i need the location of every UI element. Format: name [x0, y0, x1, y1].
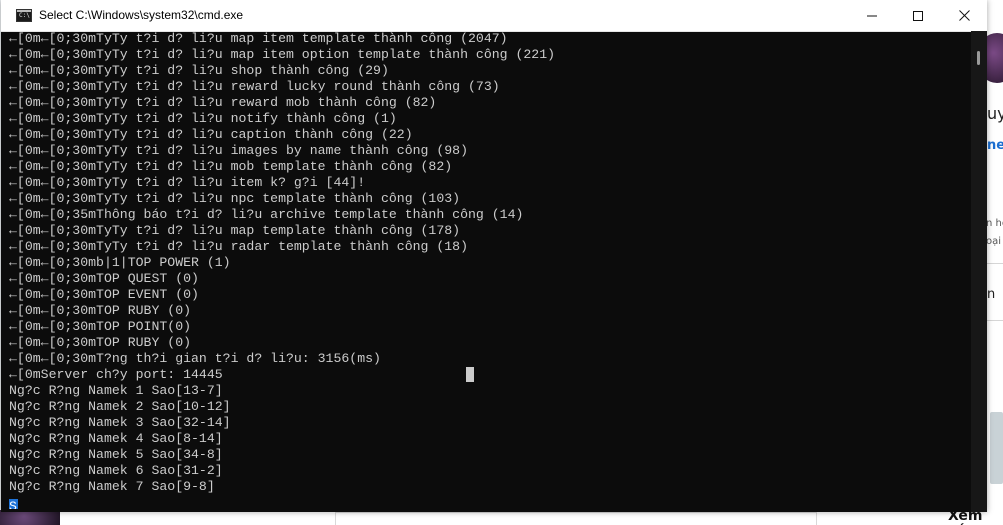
background-thumbnail[interactable]	[990, 412, 1003, 484]
console-line: Ng?c R?ng Namek 6 Sao[31-2]	[9, 463, 223, 478]
background-divider	[986, 320, 1003, 321]
console-cursor	[466, 367, 474, 382]
console-line: ←[0m←[0;30mb|1|TOP POWER (1)	[9, 255, 231, 270]
cmd-window: C:\ Select C:\Windows\system32\cmd.exe ←…	[1, 0, 987, 512]
console-line: ←[0m←[0;30mTyTy t?i d? li?u map item opt…	[9, 47, 556, 62]
console-line: ←[0m←[0;30mTOP QUEST (0)	[9, 271, 199, 286]
console-line: Ng?c R?ng Namek 3 Sao[32-14]	[9, 415, 231, 430]
console-line: ←[0m←[0;30mTyTy t?i d? li?u mob template…	[9, 159, 453, 174]
background-hint-text-2: oại	[986, 236, 1002, 247]
console-line: ←[0m←[0;30mTyTy t?i d? li?u reward lucky…	[9, 79, 500, 94]
minimize-button[interactable]	[849, 0, 895, 31]
console-line: ←[0m←[0;30mTOP RUBY (0)	[9, 303, 192, 318]
console-line: ←[0m←[0;30mTyTy t?i d? li?u map template…	[9, 223, 461, 238]
minimize-icon	[867, 15, 877, 16]
console-line: ←[0m←[0;30mT?ng th?i gian t?i d? li?u: 3…	[9, 351, 381, 366]
vertical-scrollbar[interactable]	[971, 31, 987, 512]
console-line: Ng?c R?ng Namek 5 Sao[34-8]	[9, 447, 223, 462]
close-button[interactable]	[941, 0, 987, 31]
title-bar[interactable]: C:\ Select C:\Windows\system32\cmd.exe	[1, 0, 987, 32]
console-line: Ng?c R?ng Namek 2 Sao[10-12]	[9, 399, 231, 414]
window-title: Select C:\Windows\system32\cmd.exe	[39, 8, 244, 22]
console-line: ←[0mServer ch?y port: 14445	[9, 367, 223, 382]
cmd-icon: C:\	[16, 9, 32, 22]
console-line: Ng?c R?ng Namek 4 Sao[8-14]	[9, 431, 223, 446]
console-line: ←[0m←[0;30mTyTy t?i d? li?u radar templa…	[9, 239, 468, 254]
background-link-text[interactable]: nes	[987, 138, 1003, 153]
console-line: ←[0m←[0;30mTOP RUBY (0)	[9, 335, 192, 350]
console-line: Ng?c R?ng Namek 7 Sao[9-8]	[9, 479, 215, 494]
console-line: ←[0m←[0;30mTyTy t?i d? li?u notify thành…	[9, 111, 397, 126]
console-selected-text[interactable]: S	[9, 499, 18, 509]
console-selection-row: S	[9, 495, 969, 509]
console-line: ←[0m←[0;30mTOP POINT(0)	[9, 319, 192, 334]
console-line: ←[0m←[0;30mTyTy t?i d? li?u map item tem…	[9, 31, 508, 46]
console-line: ←[0m←[0;30mTyTy t?i d? li?u reward mob t…	[9, 95, 437, 110]
background-item-text: n	[987, 287, 996, 302]
background-name-text: uyề	[987, 104, 1003, 123]
close-icon	[958, 10, 970, 21]
maximize-icon	[913, 10, 923, 21]
console-line: ←[0m←[0;30mTyTy t?i d? li?u item k? g?i …	[9, 175, 366, 190]
console-line: Ng?c R?ng Namek 1 Sao[13-7]	[9, 383, 223, 398]
console-output[interactable]: ←[0m←[0;30mTyTy t?i d? li?u map item tem…	[9, 31, 969, 509]
maximize-button[interactable]	[895, 0, 941, 31]
background-hint-text-1: n hơ	[986, 218, 1003, 229]
background-post-card	[335, 512, 817, 525]
scrollbar-thumb[interactable]	[977, 51, 980, 65]
console-line: ←[0m←[0;30mTyTy t?i d? li?u npc template…	[9, 191, 461, 206]
console-line: ←[0m←[0;30mTyTy t?i d? li?u images by na…	[9, 143, 468, 158]
background-divider	[986, 263, 1003, 264]
background-bottom-avatar	[0, 510, 60, 525]
console-line: ←[0m←[0;35mThông báo t?i d? li?u archive…	[9, 207, 524, 222]
console-line: ←[0m←[0;30mTyTy t?i d? li?u shop thành c…	[9, 63, 389, 78]
console-line: ←[0m←[0;30mTyTy t?i d? li?u caption thàn…	[9, 127, 413, 142]
console-line: ←[0m←[0;30mTOP EVENT (0)	[9, 287, 199, 302]
desktop: uyề nes n hơ oại n Xem tất C:\ Select C:…	[0, 0, 1003, 525]
